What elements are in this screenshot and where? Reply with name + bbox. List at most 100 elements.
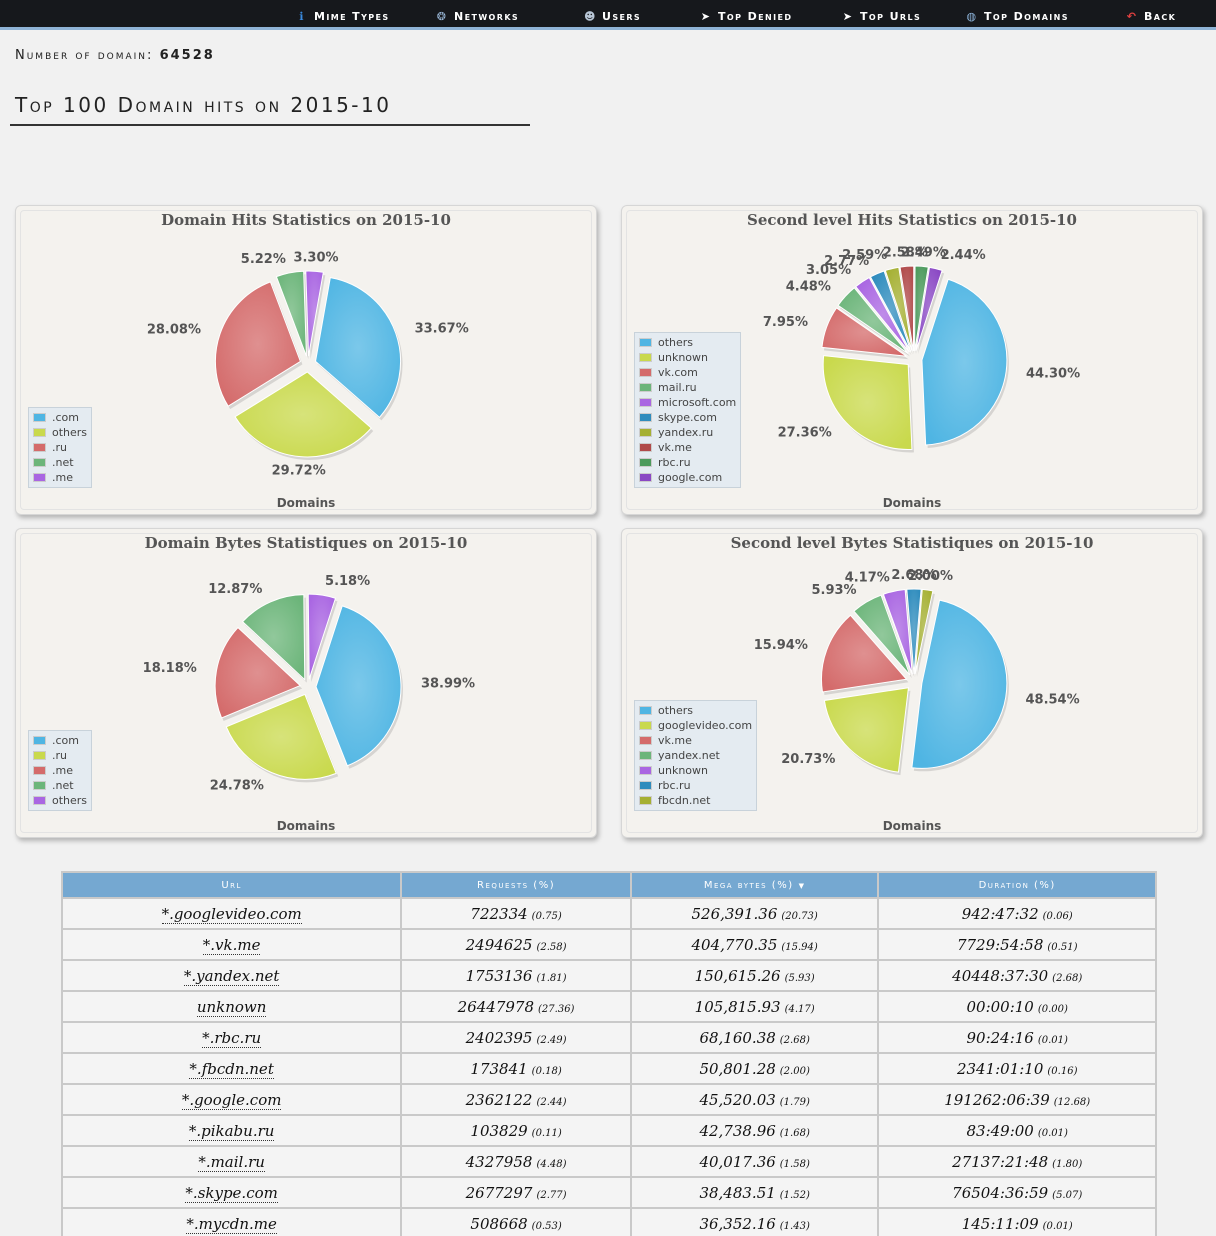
slice-data-label: 2.00% — [908, 569, 953, 584]
legend-swatch — [639, 413, 652, 422]
globe-icon: ◍ — [966, 9, 978, 23]
legend-item[interactable]: .ru — [33, 440, 87, 455]
url-link[interactable]: *.vk.me — [202, 935, 261, 955]
column-header-requests[interactable]: Requests (%) — [400, 871, 632, 899]
legend-label: .me — [52, 471, 73, 484]
cell-url: *.pikabu.ru — [60, 1114, 403, 1147]
cell-url: unknown — [60, 990, 403, 1023]
legend-item[interactable]: others — [33, 793, 87, 808]
legend-item[interactable]: microsoft.com — [639, 395, 736, 410]
url-link[interactable]: *.yandex.net — [183, 966, 280, 986]
legend-item[interactable]: others — [639, 703, 752, 718]
chart-legend: .com others .ru .net .me — [28, 407, 93, 488]
legend-swatch — [639, 781, 652, 790]
legend-label: googlevideo.com — [658, 719, 753, 732]
table-row: unknown 26447978 (27.36) 105,815.93 (4.17) 00… — [60, 990, 1157, 1023]
legend-item[interactable]: others — [639, 335, 736, 350]
cell-url: *.fbcdn.net — [60, 1052, 403, 1085]
slice-data-label: 4.17% — [845, 570, 890, 585]
legend-item[interactable]: .net — [33, 455, 87, 470]
top-navigation: ℹ Mime Types ❂ Networks ☻ Users ➤ Top De… — [0, 0, 1216, 30]
legend-item[interactable]: .net — [33, 778, 87, 793]
table-row: *.googlevideo.com 722334 (0.75) 526,391.36(… — [60, 897, 1157, 930]
nav-mime-types[interactable]: ℹ Mime Types — [296, 7, 390, 25]
pie-slice-others[interactable] — [921, 278, 1008, 446]
legend-label: google.com — [658, 471, 723, 484]
url-link[interactable]: *.mail.ru — [198, 1152, 265, 1172]
cell-requests: 2677297 (2.77) — [400, 1176, 632, 1209]
cell-megabytes: 38,483.51 (1.52) — [629, 1176, 880, 1209]
legend-item[interactable]: .ru — [33, 748, 87, 763]
url-link[interactable]: *.pikabu.ru — [188, 1121, 275, 1141]
url-link[interactable]: *.googlevideo.com — [161, 904, 302, 924]
slice-data-label: 3.30% — [293, 250, 338, 265]
legend-item[interactable]: .me — [33, 763, 87, 778]
slice-data-label: 7.95% — [763, 315, 808, 330]
legend-item[interactable]: skype.com — [639, 410, 736, 425]
cursor-icon: ➤ — [842, 9, 854, 23]
legend-label: yandex.net — [658, 749, 720, 762]
url-link[interactable]: *.fbcdn.net — [189, 1059, 274, 1079]
pie-slice-unknown[interactable] — [822, 355, 913, 450]
url-link[interactable]: *.rbc.ru — [202, 1028, 262, 1048]
slice-data-label: 5.18% — [325, 574, 370, 589]
legend-item[interactable]: yandex.ru — [639, 425, 736, 440]
legend-swatch — [639, 338, 652, 347]
cell-duration: 27137:21:48 (1.80) — [877, 1145, 1157, 1178]
legend-item[interactable]: .com — [33, 410, 87, 425]
legend-label: .com — [52, 411, 79, 424]
legend-swatch — [639, 443, 652, 452]
legend-item[interactable]: .me — [33, 470, 87, 485]
nav-label: Mime Types — [314, 9, 390, 23]
nav-label: Top Denied — [718, 9, 793, 23]
pie-chart: 38.99% 24.78% 18.18% 12.87% 5.18% — [143, 574, 475, 793]
legend-item[interactable]: vk.me — [639, 440, 736, 455]
legend-swatch — [33, 428, 46, 437]
legend-item[interactable]: vk.me — [639, 733, 752, 748]
legend-swatch — [639, 706, 652, 715]
page-title: Top 100 Domain hits on 2015-10 — [15, 93, 392, 117]
legend-label: .net — [52, 779, 74, 792]
legend-item[interactable]: unknown — [639, 763, 752, 778]
cell-duration: 90:24:16 (0.01) — [877, 1021, 1157, 1054]
legend-item[interactable]: rbc.ru — [639, 455, 736, 470]
nav-top-domains[interactable]: ◍ Top Domains — [966, 7, 1069, 25]
nav-users[interactable]: ☻ Users — [584, 7, 641, 25]
nav-networks[interactable]: ❂ Networks — [436, 7, 519, 25]
column-header-url[interactable]: Url — [60, 871, 403, 899]
column-header-duration[interactable]: Duration (%) — [877, 871, 1157, 899]
cell-url: *.mail.ru — [60, 1145, 403, 1178]
legend-item[interactable]: rbc.ru — [639, 778, 752, 793]
legend-label: mail.ru — [658, 381, 697, 394]
nav-back[interactable]: ↶ Back — [1126, 7, 1176, 25]
slice-data-label: 48.54% — [1025, 692, 1079, 707]
nav-label: Back — [1144, 9, 1177, 23]
url-link[interactable]: unknown — [196, 997, 267, 1017]
legend-item[interactable]: fbcdn.net — [639, 793, 752, 808]
chart-xlabel: Domains — [276, 819, 336, 833]
legend-item[interactable]: yandex.net — [639, 748, 752, 763]
url-link[interactable]: *.mycdn.me — [186, 1214, 277, 1234]
column-header-megabytes[interactable]: Mega bytes (%) ▼ — [629, 871, 880, 899]
legend-label: .me — [52, 764, 73, 777]
legend-item[interactable]: googlevideo.com — [639, 718, 752, 733]
back-arrow-icon: ↶ — [1126, 9, 1138, 23]
nav-top-denied[interactable]: ➤ Top Denied — [700, 7, 792, 25]
legend-item[interactable]: .com — [33, 733, 87, 748]
legend-item[interactable]: others — [33, 425, 87, 440]
legend-label: vk.me — [658, 441, 692, 454]
nav-top-urls[interactable]: ➤ Top Urls — [842, 7, 921, 25]
chart-title: Second level Bytes Statistiques on 2015-… — [730, 534, 1094, 552]
cell-requests: 4327958 (4.48) — [400, 1145, 632, 1178]
pie-slice-googlevideo-com[interactable] — [823, 687, 910, 773]
legend-item[interactable]: unknown — [639, 350, 736, 365]
url-link[interactable]: *.skype.com — [185, 1183, 278, 1203]
legend-item[interactable]: vk.com — [639, 365, 736, 380]
slice-data-label: 20.73% — [781, 752, 835, 767]
legend-item[interactable]: mail.ru — [639, 380, 736, 395]
cell-requests: 1753136 (1.81) — [400, 959, 632, 992]
slice-data-label: 15.94% — [754, 638, 808, 653]
url-link[interactable]: *.google.com — [181, 1090, 282, 1110]
pie-slice-com[interactable] — [315, 605, 402, 767]
legend-item[interactable]: google.com — [639, 470, 736, 485]
